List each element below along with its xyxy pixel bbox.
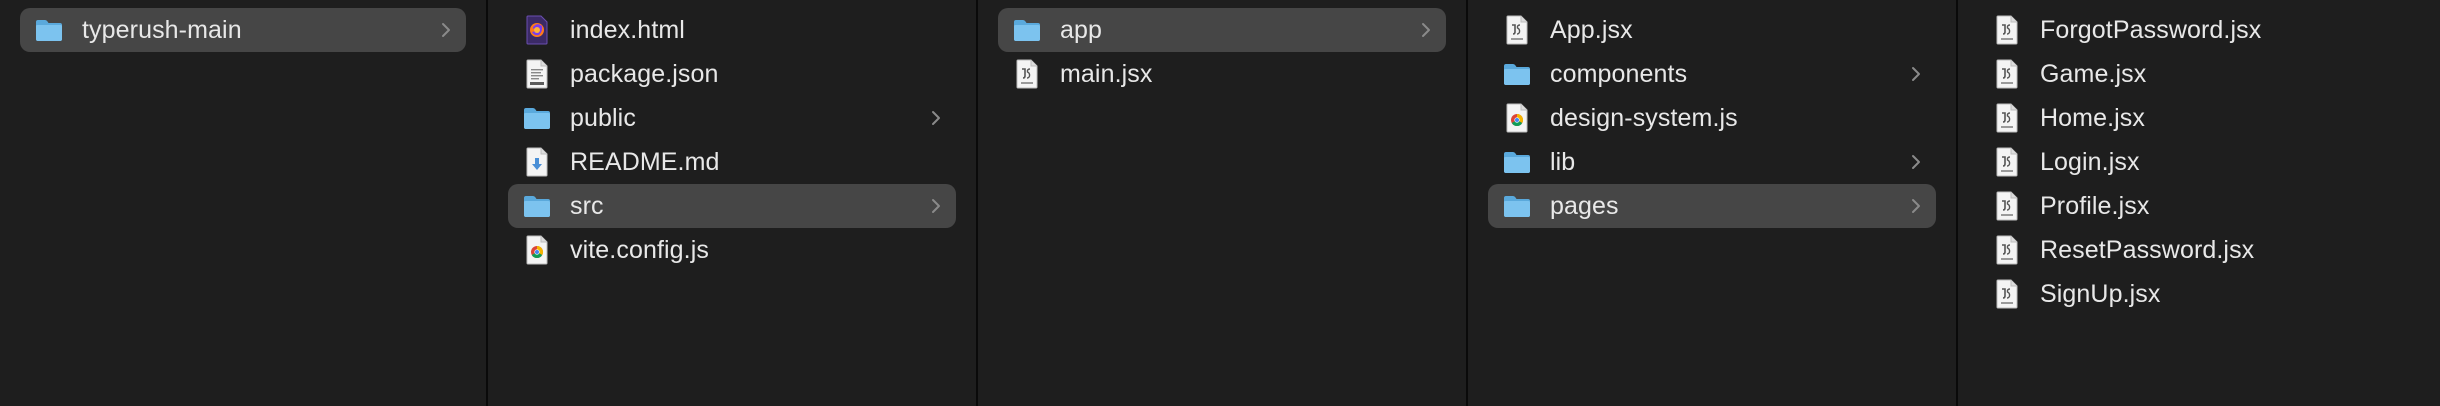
folder-icon (1502, 59, 1532, 89)
jsx-file-icon (1992, 59, 2022, 89)
file-item[interactable]: SignUp.jsx (1978, 272, 2420, 316)
folder-item[interactable]: pages (1488, 184, 1936, 228)
item-label: SignUp.jsx (2040, 279, 2161, 308)
file-item[interactable]: App.jsx (1488, 8, 1936, 52)
folder-item[interactable]: typerush-main (20, 8, 466, 52)
item-label: README.md (570, 147, 720, 176)
folder-item[interactable]: lib (1488, 140, 1936, 184)
item-label: vite.config.js (570, 235, 709, 264)
folder-icon (1012, 15, 1042, 45)
folder-icon (522, 191, 552, 221)
js-file-icon (1502, 103, 1532, 133)
folder-item[interactable]: src (508, 184, 956, 228)
chevron-right-icon (930, 197, 942, 215)
folder-item[interactable]: app (998, 8, 1446, 52)
html-file-icon (522, 15, 552, 45)
item-label: Profile.jsx (2040, 191, 2150, 220)
item-label: pages (1550, 191, 1619, 220)
json-file-icon (522, 59, 552, 89)
jsx-file-icon (1992, 103, 2022, 133)
item-label: Login.jsx (2040, 147, 2140, 176)
file-item[interactable]: main.jsx (998, 52, 1446, 96)
column-5: ForgotPassword.jsx Game.jsx Home.jsx Login.… (1958, 0, 2440, 406)
file-item[interactable]: ForgotPassword.jsx (1978, 8, 2420, 52)
item-label: public (570, 103, 636, 132)
folder-icon (522, 103, 552, 133)
jsx-file-icon (1992, 279, 2022, 309)
folder-icon (1502, 191, 1532, 221)
file-item[interactable]: design-system.js (1488, 96, 1936, 140)
item-label: components (1550, 59, 1688, 88)
item-label: ResetPassword.jsx (2040, 235, 2255, 264)
folder-icon (34, 15, 64, 45)
column-1: typerush-main (0, 0, 488, 406)
item-label: src (570, 191, 604, 220)
chevron-right-icon (930, 109, 942, 127)
item-label: App.jsx (1550, 15, 1633, 44)
item-label: app (1060, 15, 1103, 44)
chevron-right-icon (440, 21, 452, 39)
folder-item[interactable]: public (508, 96, 956, 140)
jsx-file-icon (1992, 15, 2022, 45)
item-label: lib (1550, 147, 1576, 176)
jsx-file-icon (1502, 15, 1532, 45)
item-label: design-system.js (1550, 103, 1738, 132)
jsx-file-icon (1012, 59, 1042, 89)
file-item[interactable]: package.json (508, 52, 956, 96)
column-browser: typerush-main index.html package.json publi… (0, 0, 2440, 406)
item-label: ForgotPassword.jsx (2040, 15, 2262, 44)
file-item[interactable]: README.md (508, 140, 956, 184)
chevron-right-icon (1910, 65, 1922, 83)
file-item[interactable]: vite.config.js (508, 228, 956, 272)
file-item[interactable]: Profile.jsx (1978, 184, 2420, 228)
column-4: App.jsx components design-system.js lib page… (1468, 0, 1958, 406)
item-label: typerush-main (82, 15, 242, 44)
folder-item[interactable]: components (1488, 52, 1936, 96)
jsx-file-icon (1992, 191, 2022, 221)
jsx-file-icon (1992, 147, 2022, 177)
file-item[interactable]: index.html (508, 8, 956, 52)
item-label: main.jsx (1060, 59, 1153, 88)
column-3: app main.jsx (978, 0, 1468, 406)
chevron-right-icon (1910, 197, 1922, 215)
file-item[interactable]: Login.jsx (1978, 140, 2420, 184)
jsx-file-icon (1992, 235, 2022, 265)
item-label: Home.jsx (2040, 103, 2145, 132)
item-label: Game.jsx (2040, 59, 2147, 88)
file-item[interactable]: Game.jsx (1978, 52, 2420, 96)
chevron-right-icon (1420, 21, 1432, 39)
file-item[interactable]: Home.jsx (1978, 96, 2420, 140)
column-2: index.html package.json public README.md src… (488, 0, 978, 406)
file-item[interactable]: ResetPassword.jsx (1978, 228, 2420, 272)
folder-icon (1502, 147, 1532, 177)
chevron-right-icon (1910, 153, 1922, 171)
item-label: package.json (570, 59, 719, 88)
item-label: index.html (570, 15, 685, 44)
js-file-icon (522, 235, 552, 265)
markdown-file-icon (522, 147, 552, 177)
